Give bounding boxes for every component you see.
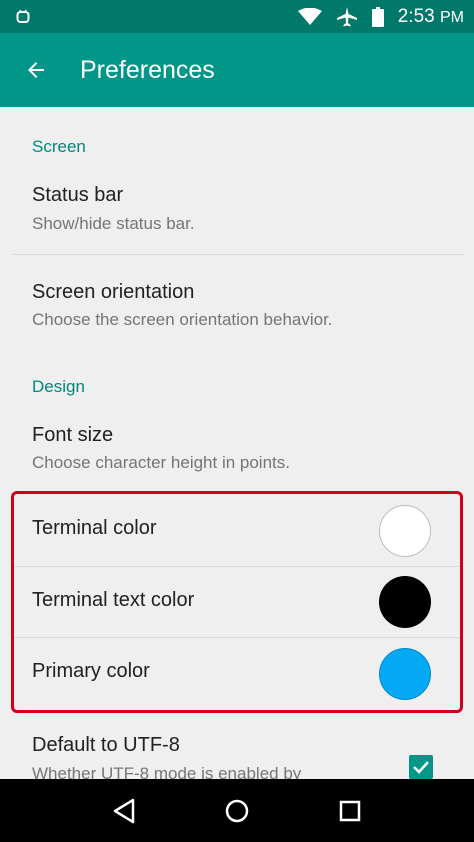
pref-summary: Show/hide status bar. (32, 214, 195, 233)
home-circle-icon (225, 799, 249, 822)
page-title: Preferences (80, 55, 215, 84)
category-design: Design (32, 377, 85, 396)
clock: 2:53 PM (397, 5, 464, 27)
pref-title: Status bar (32, 184, 124, 206)
back-triangle-icon (114, 798, 135, 823)
divider (12, 254, 464, 255)
pref-summary: Choose the screen orientation behavior. (32, 310, 333, 329)
pref-utf8[interactable]: Default to UTF-8 Whether UTF-8 mode is e… (0, 717, 474, 779)
pref-summary: Choose character height in points. (32, 453, 290, 472)
airplane-icon (336, 6, 357, 26)
category-screen: Screen (32, 137, 86, 156)
nav-home-button[interactable] (217, 791, 257, 831)
android-debug-icon (16, 9, 30, 23)
toolbar: Preferences (0, 33, 474, 107)
utf8-checkbox[interactable] (409, 755, 433, 779)
pref-screen-orientation[interactable]: Screen orientation Choose the screen ori… (0, 267, 474, 351)
recents-square-icon (339, 800, 360, 821)
pref-title: Default to UTF-8 (32, 734, 180, 756)
pref-title: Font size (32, 424, 114, 446)
highlight-annotation-box (11, 491, 463, 713)
pref-status-bar[interactable]: Status bar Show/hide status bar. (0, 169, 474, 253)
nav-back-button[interactable] (104, 791, 144, 831)
nav-recents-button[interactable] (330, 791, 370, 831)
arrow-back-icon (28, 62, 44, 78)
pref-font-size[interactable]: Font size Choose character height in poi… (0, 407, 474, 491)
battery-icon (371, 6, 384, 27)
back-button[interactable] (0, 33, 72, 107)
wifi-icon (297, 7, 322, 25)
check-icon (413, 761, 429, 774)
preferences-list[interactable]: Screen Status bar Show/hide status bar. … (0, 107, 474, 779)
system-nav-bar (0, 779, 474, 842)
pref-summary: Whether UTF-8 mode is enabled by (32, 764, 302, 779)
system-status-bar: 2:53 PM (0, 0, 474, 33)
pref-title: Screen orientation (32, 281, 195, 303)
